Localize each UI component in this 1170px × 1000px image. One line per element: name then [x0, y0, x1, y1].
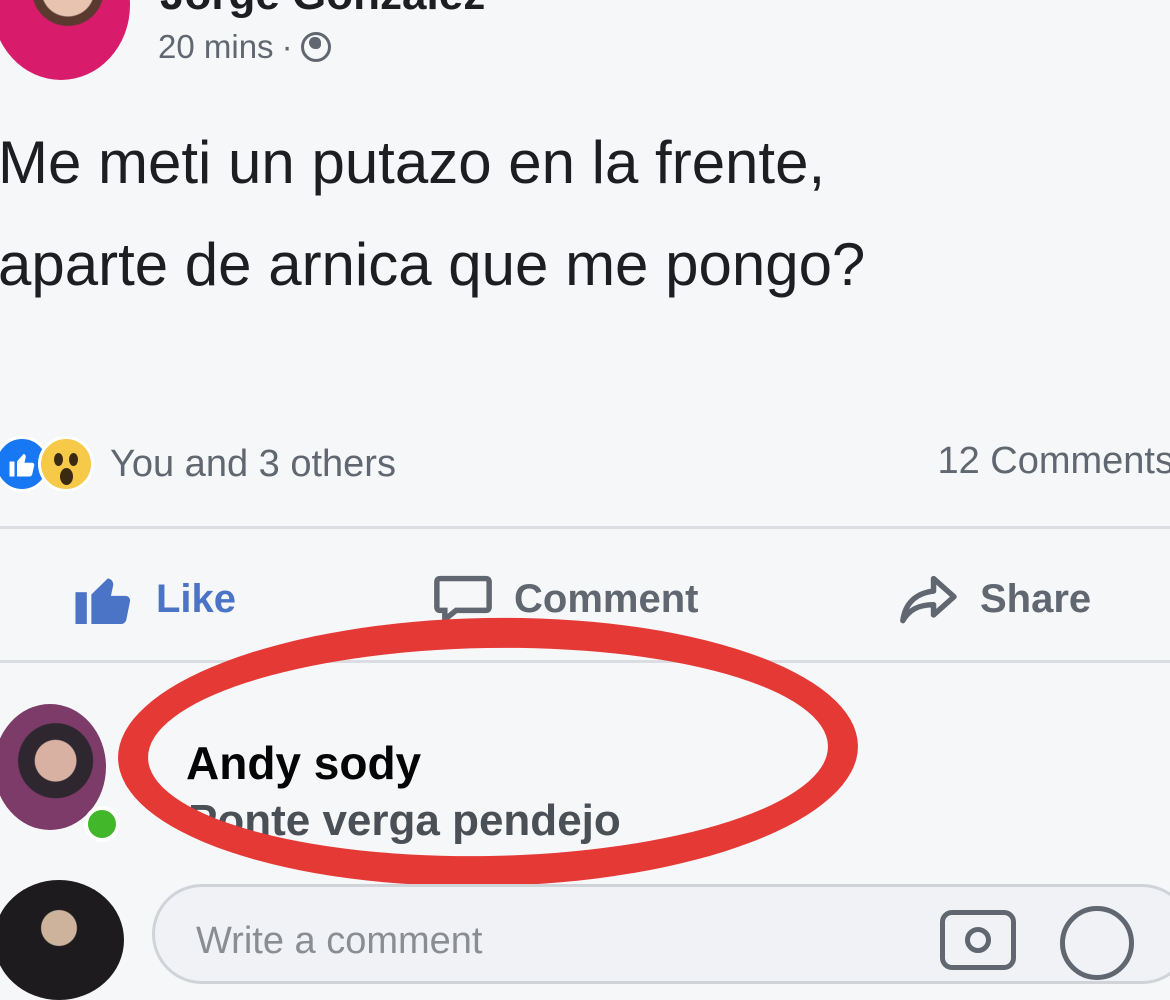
post-text-line-2: aparte de arnica que me pongo? — [0, 231, 866, 298]
camera-icon[interactable] — [940, 910, 1016, 970]
author-avatar[interactable] — [0, 0, 130, 80]
comment-icon — [434, 575, 492, 624]
like-label: Like — [156, 576, 237, 621]
comments-count[interactable]: 12 Comments — [937, 440, 1170, 483]
comment-button[interactable]: Comment — [432, 574, 698, 624]
post-meta: 20 mins · — [158, 28, 331, 66]
reactions-summary[interactable]: You and 3 others — [0, 436, 396, 492]
write-comment-placeholder: Write a comment — [196, 920, 483, 962]
thumbs-up-icon — [75, 578, 131, 624]
share-label: Share — [980, 576, 1092, 621]
globe-icon — [300, 32, 331, 62]
divider — [0, 526, 1170, 529]
share-button[interactable]: Share — [898, 574, 1091, 624]
post-text: Me meti un putazo en la frente, aparte d… — [0, 112, 1158, 316]
comment-label: Comment — [514, 576, 699, 621]
post-text-line-1: Me meti un putazo en la frente, — [0, 129, 826, 196]
my-avatar[interactable] — [0, 880, 124, 1000]
author-name[interactable]: Jorge Gonzalez — [160, 0, 485, 20]
wow-reaction-icon — [38, 436, 94, 492]
share-icon — [900, 575, 957, 624]
highlight-circle — [115, 611, 861, 893]
reactions-text[interactable]: You and 3 others — [110, 443, 396, 486]
post-time[interactable]: 20 mins — [158, 28, 274, 66]
like-button[interactable]: Like — [74, 574, 236, 624]
online-status-icon — [84, 806, 120, 842]
meta-separator: · — [281, 28, 293, 65]
emoji-icon[interactable] — [1060, 906, 1134, 980]
